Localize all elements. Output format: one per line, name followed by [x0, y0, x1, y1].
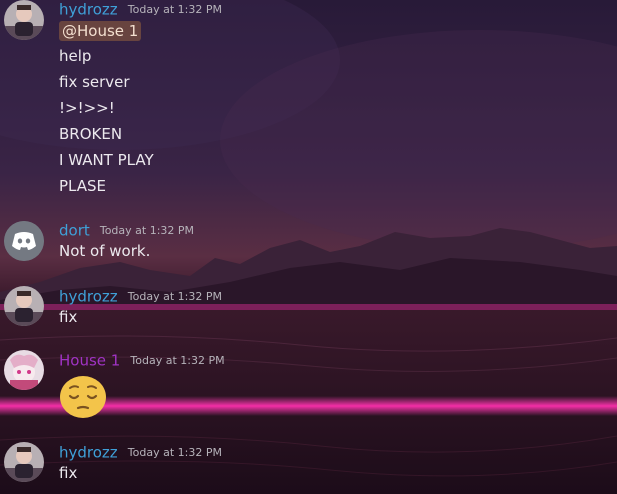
- username[interactable]: hydrozz: [59, 444, 118, 462]
- message-text: PLASE: [59, 177, 107, 195]
- discord-logo-icon: [4, 221, 44, 261]
- username[interactable]: dort: [59, 222, 90, 240]
- timestamp: Today at 1:32 PM: [127, 445, 222, 459]
- message-text: help: [59, 47, 92, 65]
- username[interactable]: hydrozz: [59, 288, 118, 306]
- user-avatar-icon: [4, 0, 44, 40]
- timestamp: Today at 1:32 PM: [127, 289, 222, 303]
- avatar[interactable]: [4, 442, 44, 482]
- message-text: @House 1: [59, 21, 142, 41]
- message-header: hydrozz Today at 1:32 PM: [59, 442, 222, 462]
- message-text: I WANT PLAY: [59, 151, 154, 169]
- username[interactable]: House 1: [59, 352, 120, 370]
- message-text: Not of work.: [59, 242, 151, 260]
- user-avatar-icon: [4, 442, 44, 482]
- avatar[interactable]: [4, 286, 44, 326]
- timestamp: Today at 1:32 PM: [127, 2, 222, 16]
- message-header: hydrozz Today at 1:32 PM: [59, 0, 222, 19]
- timestamp: Today at 1:32 PM: [99, 223, 195, 237]
- pensive-face-icon: [60, 376, 106, 418]
- message-header: House 1 Today at 1:32 PM: [59, 350, 225, 370]
- timestamp: Today at 1:32 PM: [130, 353, 225, 367]
- message-header: hydrozz Today at 1:32 PM: [59, 286, 222, 306]
- pensive-face-emoji[interactable]: [58, 374, 108, 420]
- message-text: fix: [59, 308, 78, 326]
- message-text: BROKEN: [59, 125, 123, 143]
- message-header: dort Today at 1:32 PM: [59, 220, 194, 240]
- avatar[interactable]: [4, 0, 44, 40]
- user-mention[interactable]: @House 1: [59, 21, 142, 41]
- chat-message-list: hydrozz Today at 1:32 PM @House 1 help f…: [0, 0, 617, 494]
- user-avatar-icon: [4, 350, 44, 390]
- username[interactable]: hydrozz: [59, 1, 118, 19]
- avatar[interactable]: [4, 350, 44, 390]
- user-avatar-icon: [4, 286, 44, 326]
- avatar[interactable]: [4, 221, 44, 261]
- message-text: fix server: [59, 73, 130, 91]
- message-text: fix: [59, 464, 78, 482]
- message-text: !>!>>!: [59, 99, 115, 117]
